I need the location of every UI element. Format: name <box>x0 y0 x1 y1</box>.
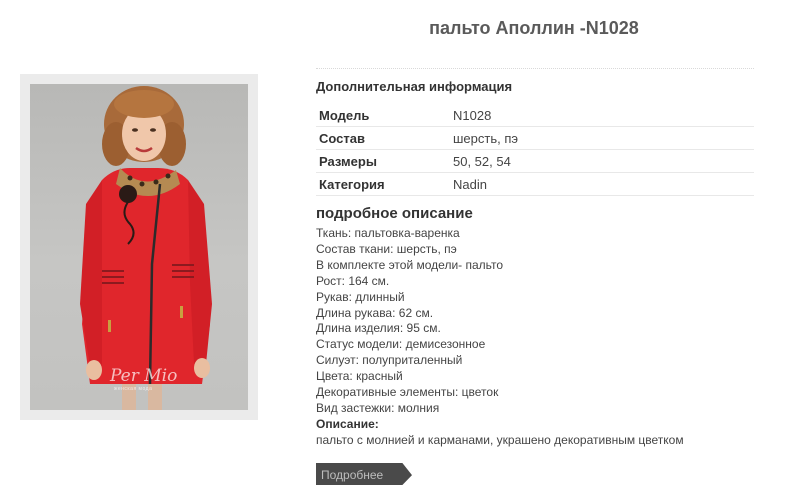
description-heading: подробное описание <box>316 205 473 222</box>
attribute-key: Состав <box>316 126 450 150</box>
attribute-value: N1028 <box>450 104 754 127</box>
attribute-key: Размеры <box>316 149 450 173</box>
description-block: Ткань: пальтовка-варенка Состав ткани: ш… <box>316 226 684 449</box>
coat-model-illustration <box>80 86 212 410</box>
additional-info-heading: Дополнительная информация <box>316 79 513 94</box>
attribute-key: Модель <box>316 104 450 127</box>
more-button[interactable]: Подробнее <box>316 463 412 485</box>
description-line: Силуэт: полуприталенный <box>316 353 463 368</box>
divider <box>316 68 754 69</box>
table-row: Модель N1028 <box>316 104 754 127</box>
description-line: Вид застежки: молния <box>316 400 440 415</box>
description-line: Декоративные элементы: цветок <box>316 385 499 400</box>
product-image-frame[interactable]: Per Mio женская мода <box>20 74 258 420</box>
description-line: Статус модели: демисезонное <box>316 337 486 352</box>
attribute-value: Nadin <box>450 172 754 196</box>
description-line: Длина изделия: 95 см. <box>316 321 441 336</box>
description-line: Ткань: пальтовка-варенка <box>316 226 460 240</box>
product-title: пальто Аполлин -N1028 <box>429 18 639 38</box>
brand-watermark-sub: женская мода <box>114 386 153 392</box>
description-line: Рост: 164 см. <box>316 273 390 288</box>
description-line: В комплекте этой модели- пальто <box>316 257 504 272</box>
description-line: Состав ткани: шерсть, пэ <box>316 241 457 256</box>
description-text: пальто с молнией и карманами, украшено д… <box>316 432 684 447</box>
description-line: Цвета: красный <box>316 369 403 384</box>
description-line: Длина рукава: 62 см. <box>316 305 434 320</box>
description-label: Описание: <box>316 416 379 431</box>
brand-watermark: Per Mio <box>110 366 178 386</box>
attribute-value: шерсть, пэ <box>450 126 754 150</box>
attribute-key: Категория <box>316 172 450 196</box>
attributes-table: Модель N1028 Состав шерсть, пэ Размеры 5… <box>316 104 754 196</box>
table-row: Категория Nadin <box>316 172 754 196</box>
product-image[interactable]: Per Mio женская мода <box>30 84 248 410</box>
table-row: Состав шерсть, пэ <box>316 126 754 150</box>
description-line: Рукав: длинный <box>316 289 405 304</box>
table-row: Размеры 50, 52, 54 <box>316 149 754 173</box>
attribute-value: 50, 52, 54 <box>450 149 754 173</box>
